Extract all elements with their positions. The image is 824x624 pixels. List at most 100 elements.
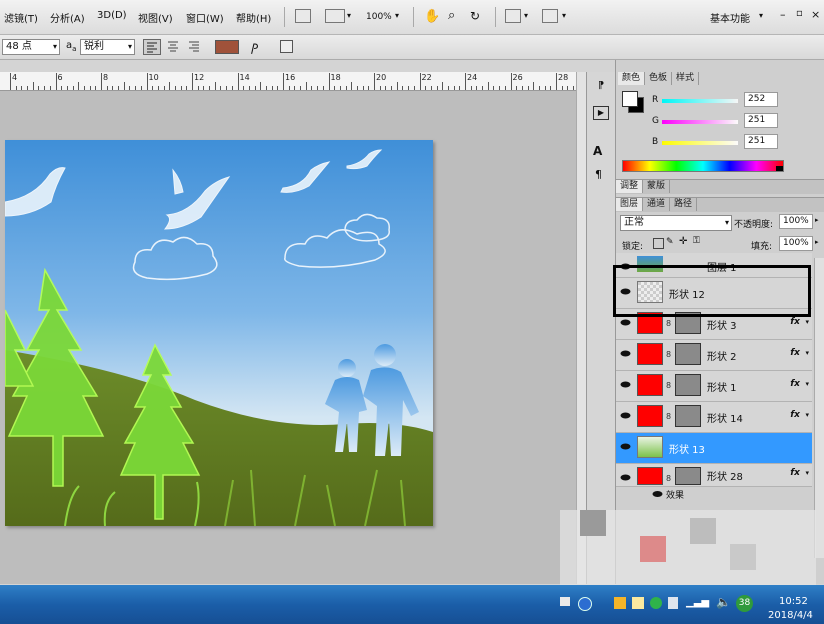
vertical-scrollbar[interactable]	[576, 72, 586, 584]
volume-icon[interactable]: 🔈	[716, 595, 731, 609]
chevron-down-icon[interactable]: ▾	[347, 11, 351, 20]
green-slider[interactable]	[662, 120, 738, 124]
menu-analysis[interactable]: 分析(A)	[50, 10, 85, 25]
green-value-field[interactable]: 251	[744, 113, 778, 128]
layers-scrollbar[interactable]	[814, 258, 824, 558]
view-extras-icon[interactable]	[325, 9, 345, 23]
fill-slider-arrow-icon[interactable]: ▸	[815, 238, 819, 246]
fx-icon[interactable]: fx	[790, 468, 800, 478]
chevron-down-icon[interactable]: ▾	[524, 11, 528, 20]
character-panel-icon[interactable]: A	[593, 144, 602, 158]
close-icon[interactable]: ×	[811, 8, 820, 21]
screen-mode-icon[interactable]	[542, 9, 558, 23]
eye-icon[interactable]	[652, 490, 663, 498]
eye-icon[interactable]	[620, 442, 631, 451]
tab-channels[interactable]: 通道	[643, 198, 671, 211]
menu-filter[interactable]: 滤镜(T)	[4, 10, 38, 25]
red-value-field[interactable]: 252	[744, 92, 778, 107]
layer-row-shape-12[interactable]: 形状 12	[616, 278, 812, 309]
opacity-field[interactable]: 100%	[779, 214, 813, 229]
text-color-swatch[interactable]	[215, 40, 239, 54]
menu-help[interactable]: 帮助(H)	[236, 10, 271, 25]
lock-image-icon[interactable]: ✎	[666, 237, 674, 247]
eye-icon[interactable]	[620, 318, 631, 327]
expand-arrow-icon[interactable]: ▾	[805, 318, 809, 326]
expand-arrow-icon[interactable]: ▾	[805, 349, 809, 357]
layer-row-shape-13[interactable]: 形状 13	[616, 433, 812, 464]
workspace-switcher[interactable]: 基本功能	[710, 10, 750, 25]
tab-swatches[interactable]: 色板	[645, 72, 673, 85]
history-panel-icon[interactable]: ⁋	[593, 80, 609, 96]
tray-app-icon[interactable]	[632, 597, 644, 609]
fill-field[interactable]: 100%	[779, 236, 813, 251]
fx-icon[interactable]: fx	[790, 348, 800, 358]
blend-mode-select[interactable]: 正常 ▾	[620, 215, 732, 231]
layer-row-shape-28[interactable]: 8 形状 28 fx ▾	[616, 464, 812, 487]
chevron-down-icon[interactable]: ▾	[562, 11, 566, 20]
menu-3d[interactable]: 3D(D)	[97, 10, 127, 21]
align-right-button[interactable]	[186, 39, 204, 55]
tab-adjustments[interactable]: 调整	[616, 180, 644, 193]
fx-icon[interactable]: fx	[790, 410, 800, 420]
zoom-level[interactable]: 100%	[366, 12, 392, 22]
paragraph-panel-icon[interactable]: ¶	[595, 168, 602, 181]
opacity-slider-arrow-icon[interactable]: ▸	[815, 216, 819, 224]
chevron-down-icon[interactable]: ▾	[759, 11, 763, 20]
align-left-button[interactable]	[143, 39, 161, 55]
tray-app-icon[interactable]	[668, 597, 678, 609]
eye-icon[interactable]	[620, 411, 631, 420]
eye-icon[interactable]	[620, 287, 631, 296]
actions-panel-icon[interactable]: ▶	[593, 106, 609, 120]
align-center-button[interactable]	[165, 39, 183, 55]
foreground-color-swatch[interactable]	[622, 91, 638, 107]
clock-date[interactable]: 2018/4/4	[768, 610, 813, 621]
layer-effects-row[interactable]: 效果	[616, 487, 812, 501]
tab-layers[interactable]: 图层	[616, 198, 644, 211]
clock-time[interactable]: 10:52	[779, 596, 808, 607]
tray-app-icon[interactable]	[650, 597, 662, 609]
layer-row-image[interactable]: 图层 1	[616, 253, 812, 278]
blue-slider[interactable]	[662, 141, 738, 145]
document-canvas[interactable]	[5, 140, 433, 526]
tab-masks[interactable]: 蒙版	[643, 180, 671, 193]
tab-color[interactable]: 颜色	[618, 72, 646, 85]
blue-value-field[interactable]: 251	[744, 134, 778, 149]
fx-icon[interactable]: fx	[790, 379, 800, 389]
spectrum-black-chip[interactable]	[776, 166, 783, 171]
fx-icon[interactable]: fx	[790, 317, 800, 327]
lock-all-icon[interactable]: ⚿	[693, 236, 700, 246]
tray-app-icon[interactable]	[614, 597, 626, 609]
tray-help-icon[interactable]	[578, 597, 592, 611]
minimize-icon[interactable]: –	[780, 8, 786, 21]
chevron-down-icon[interactable]: ▾	[395, 11, 399, 20]
layer-row-shape-1[interactable]: 8 形状 1 fx ▾	[616, 371, 812, 402]
tray-badge[interactable]: 38	[736, 595, 753, 612]
restore-icon[interactable]: ▫	[796, 8, 803, 19]
hand-tool-icon[interactable]: ✋	[424, 9, 440, 24]
expand-arrow-icon[interactable]: ▾	[805, 469, 809, 477]
bridge-icon[interactable]	[295, 9, 311, 23]
expand-arrow-icon[interactable]: ▾	[805, 380, 809, 388]
warp-text-icon[interactable]: Ⳏ	[251, 39, 258, 56]
eye-icon[interactable]	[620, 380, 631, 389]
layer-row-shape-14[interactable]: 8 形状 14 fx ▾	[616, 402, 812, 433]
expand-arrow-icon[interactable]: ▾	[805, 411, 809, 419]
layer-row-shape-3[interactable]: 8 形状 3 fx ▾	[616, 309, 812, 340]
tab-paths[interactable]: 路径	[670, 198, 698, 211]
signal-icon[interactable]: ▁▃▅	[686, 597, 709, 608]
font-size-select[interactable]: 48 点 ▾	[2, 39, 60, 55]
menu-view[interactable]: 视图(V)	[138, 10, 173, 25]
lock-position-icon[interactable]: ✛	[679, 236, 687, 247]
menu-window[interactable]: 窗口(W)	[186, 10, 224, 25]
eye-icon[interactable]	[620, 473, 631, 482]
eye-icon[interactable]	[620, 262, 631, 271]
tray-network-icon[interactable]	[560, 597, 570, 606]
rotate-view-icon[interactable]: ↻	[470, 9, 480, 23]
zoom-tool-icon[interactable]: ⌕	[448, 8, 455, 23]
arrange-documents-icon[interactable]	[505, 9, 521, 23]
antialias-select[interactable]: 锐利 ▾	[80, 39, 135, 55]
character-panel-icon[interactable]	[280, 40, 293, 53]
color-spectrum[interactable]	[622, 160, 784, 172]
lock-transparent-icon[interactable]	[653, 238, 664, 249]
layer-row-shape-2[interactable]: 8 形状 2 fx ▾	[616, 340, 812, 371]
